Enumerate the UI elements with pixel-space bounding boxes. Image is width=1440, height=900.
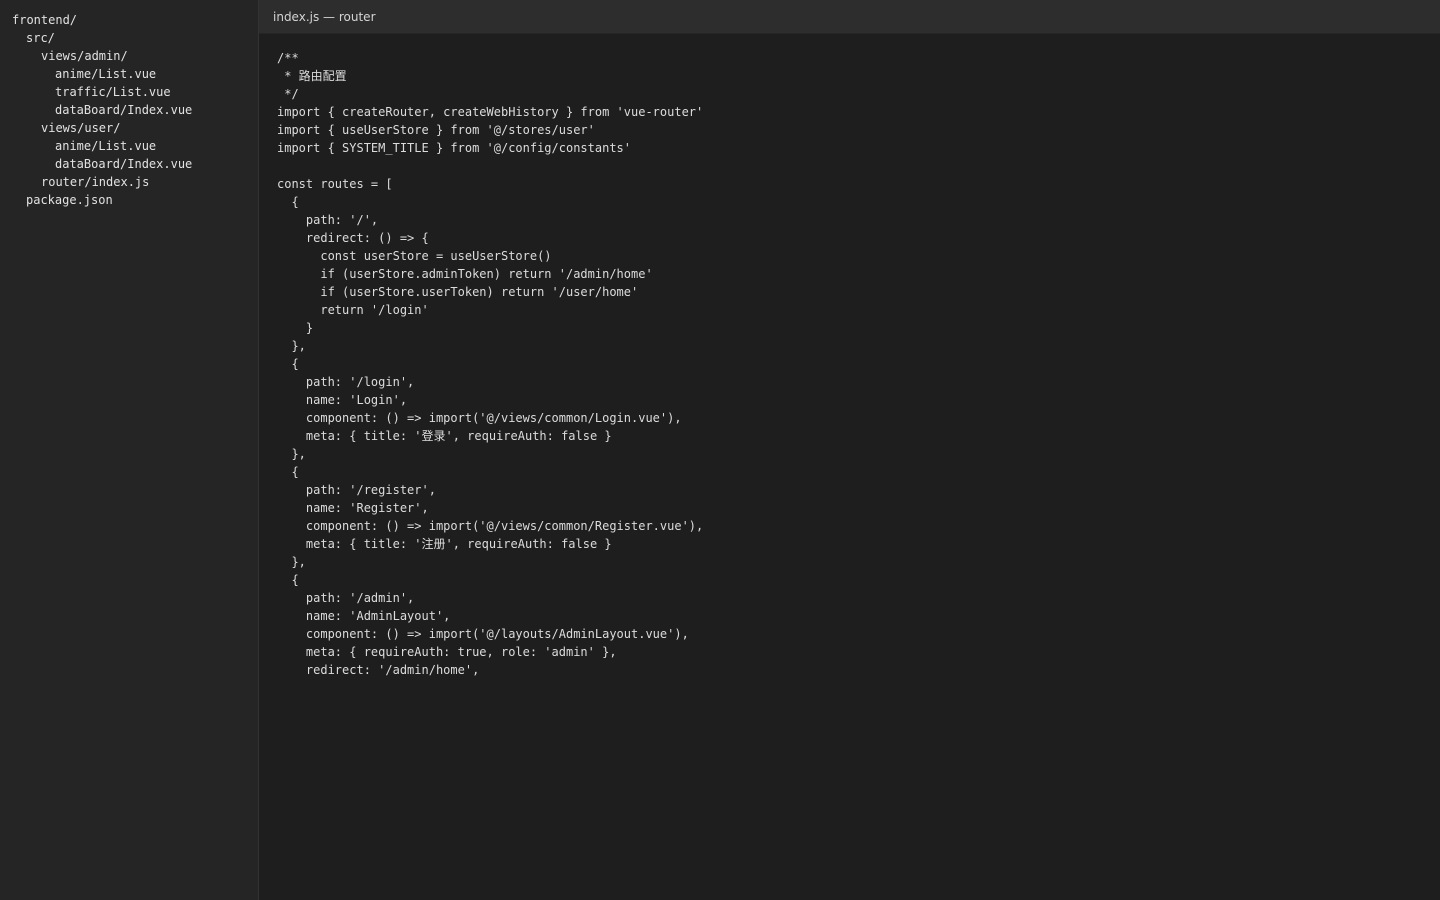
code-line: }, <box>277 339 306 353</box>
code-line: }, <box>277 447 306 461</box>
file-tree-item[interactable]: router/index.js <box>0 173 258 191</box>
file-tree-item[interactable]: anime/List.vue <box>0 65 258 83</box>
code-line: meta: { requireAuth: true, role: 'admin'… <box>277 645 617 659</box>
code-line: name: 'Login', <box>277 393 408 407</box>
file-tree-item[interactable]: dataBoard/Index.vue <box>0 101 258 119</box>
code-line: const userStore = useUserStore() <box>277 249 552 263</box>
editor-tab-bar: index.js — router <box>259 0 1440 34</box>
code-line: path: '/admin', <box>277 591 415 605</box>
code-line: redirect: '/admin/home', <box>277 663 480 677</box>
file-tree-item[interactable]: frontend/ <box>0 11 258 29</box>
editor-area: index.js — router /** * 路由配置 */ import { … <box>259 0 1440 900</box>
code-line: path: '/register', <box>277 483 436 497</box>
file-tree-item[interactable]: views/admin/ <box>0 47 258 65</box>
code-line: component: () => import('@/layouts/Admin… <box>277 627 689 641</box>
code-line: if (userStore.userToken) return '/user/h… <box>277 285 639 299</box>
code-line: import { useUserStore } from '@/stores/u… <box>277 123 595 137</box>
file-tree-item[interactable]: anime/List.vue <box>0 137 258 155</box>
code-line: component: () => import('@/views/common/… <box>277 519 704 533</box>
code-line: name: 'AdminLayout', <box>277 609 451 623</box>
code-line: /** <box>277 51 299 65</box>
code-line: path: '/', <box>277 213 379 227</box>
code-line: component: () => import('@/views/common/… <box>277 411 682 425</box>
file-explorer-sidebar: frontend/src/views/admin/anime/List.vue t… <box>0 0 259 900</box>
code-line: import { createRouter, createWebHistory … <box>277 105 704 119</box>
code-line: if (userStore.adminToken) return '/admin… <box>277 267 653 281</box>
code-line: const routes = [ <box>277 177 393 191</box>
code-line: */ <box>277 87 299 101</box>
code-editor[interactable]: /** * 路由配置 */ import { createRouter, crea… <box>259 34 1440 900</box>
code-line: { <box>277 357 299 371</box>
code-line: } <box>277 321 314 335</box>
tab-index-js[interactable]: index.js — router <box>273 10 376 24</box>
code-line: return '/login' <box>277 303 429 317</box>
code-line: { <box>277 195 299 209</box>
file-tree-item[interactable]: package.json <box>0 191 258 209</box>
file-tree-item[interactable]: src/ <box>0 29 258 47</box>
code-line: meta: { title: '注册', requireAuth: false … <box>277 537 612 551</box>
ide-window: frontend/src/views/admin/anime/List.vue t… <box>0 0 1440 900</box>
code-line: redirect: () => { <box>277 231 429 245</box>
code-line: path: '/login', <box>277 375 415 389</box>
file-tree-item[interactable]: views/user/ <box>0 119 258 137</box>
code-line: }, <box>277 555 306 569</box>
code-line: { <box>277 465 299 479</box>
code-line: * 路由配置 <box>277 69 347 83</box>
code-line: import { SYSTEM_TITLE } from '@/config/c… <box>277 141 632 155</box>
code-line: name: 'Register', <box>277 501 429 515</box>
file-tree-item[interactable]: dataBoard/Index.vue <box>0 155 258 173</box>
file-tree-item[interactable]: traffic/List.vue <box>0 83 258 101</box>
code-line: meta: { title: '登录', requireAuth: false … <box>277 429 612 443</box>
code-line: { <box>277 573 299 587</box>
